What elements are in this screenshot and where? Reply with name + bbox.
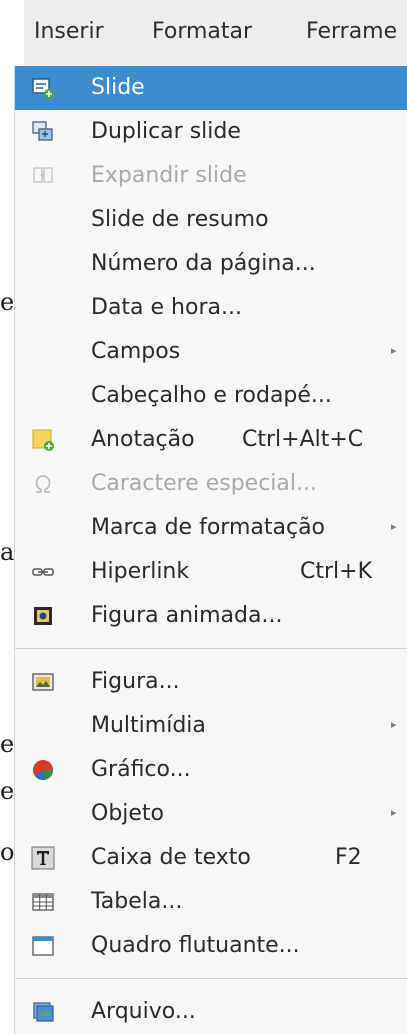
menu-item-hyperlink[interactable]: Hiperlink Ctrl+K <box>15 550 407 594</box>
doc-text-fragment: o <box>0 838 15 866</box>
floating-frame-icon <box>32 936 54 956</box>
submenu-arrow-icon: ▸ <box>391 520 397 533</box>
menu-item-text-box[interactable]: Caixa de texto F2 <box>15 836 407 880</box>
menu-item-floating-frame[interactable]: Quadro flutuante... <box>15 924 407 968</box>
menu-item-label: Marca de formatação <box>91 515 326 540</box>
menu-item-label: Tabela... <box>91 889 183 914</box>
menu-separator <box>15 978 407 979</box>
menu-ferramentas[interactable]: Ferrame <box>306 19 397 44</box>
menu-item-label: Arquivo... <box>91 999 196 1024</box>
menu-item-file[interactable]: Arquivo... <box>15 990 407 1034</box>
menu-item-label: Gráfico... <box>91 757 191 782</box>
menu-bar: Inserir Formatar Ferrame <box>24 0 407 66</box>
doc-text-fragment: e <box>0 777 15 805</box>
menu-item-header-footer[interactable]: Cabeçalho e rodapé... <box>15 374 407 418</box>
doc-text-fragment: a <box>0 538 15 566</box>
menu-item-label: Slide <box>91 75 145 100</box>
menu-item-slide[interactable]: Slide <box>15 66 407 110</box>
menu-item-image[interactable]: Figura... <box>15 660 407 704</box>
menu-item-label: Campos <box>91 339 181 364</box>
comment-icon <box>32 429 54 451</box>
shortcut-label: F2 <box>335 845 362 870</box>
submenu-arrow-icon: ▸ <box>391 718 397 731</box>
file-icon <box>33 1002 54 1022</box>
expand-slide-icon <box>33 167 53 183</box>
menu-item-summary-slide[interactable]: Slide de resumo <box>15 198 407 242</box>
menu-item-label: Hiperlink <box>91 559 190 584</box>
hyperlink-icon <box>32 568 54 576</box>
menu-item-label: Caractere especial... <box>91 471 317 496</box>
menu-item-fields[interactable]: Campos ▸ <box>15 330 407 374</box>
table-icon <box>32 893 54 911</box>
shortcut-label: Ctrl+Alt+C <box>242 427 364 452</box>
duplicate-slide-icon <box>32 121 53 141</box>
menu-item-table[interactable]: Tabela... <box>15 880 407 924</box>
menu-item-label: Cabeçalho e rodapé... <box>91 383 332 408</box>
menu-item-chart[interactable]: Gráfico... <box>15 748 407 792</box>
menu-item-label: Duplicar slide <box>91 119 241 144</box>
menu-item-label: Anotação <box>91 427 195 452</box>
doc-text-fragment: e <box>0 730 15 758</box>
menu-item-label: Caixa de texto <box>91 845 251 870</box>
menu-item-label: Figura... <box>91 669 180 694</box>
menu-item-label: Slide de resumo <box>91 207 269 232</box>
insert-menu-dropdown: Slide Duplicar slide Expandir slide Slid… <box>14 66 407 1034</box>
menu-item-multimedia[interactable]: Multimídia ▸ <box>15 704 407 748</box>
submenu-arrow-icon: ▸ <box>391 344 397 357</box>
text-box-icon <box>31 846 55 870</box>
menu-separator <box>15 648 407 649</box>
shortcut-label: Ctrl+K <box>300 559 373 584</box>
menu-item-label: Quadro flutuante... <box>91 933 300 958</box>
menu-item-special-character[interactable]: Caractere especial... <box>15 462 407 506</box>
menu-item-label: Figura animada... <box>91 603 283 628</box>
menu-item-label: Objeto <box>91 801 165 826</box>
menu-inserir[interactable]: Inserir <box>34 19 104 44</box>
image-icon <box>32 673 54 691</box>
new-slide-icon <box>32 78 54 99</box>
menu-item-object[interactable]: Objeto ▸ <box>15 792 407 836</box>
omega-icon <box>35 475 51 493</box>
menu-item-label: Multimídia <box>91 713 206 738</box>
menu-formatar[interactable]: Formatar <box>152 19 252 44</box>
submenu-arrow-icon: ▸ <box>391 806 397 819</box>
menu-item-comment[interactable]: Anotação Ctrl+Alt+C <box>15 418 407 462</box>
menu-item-date-time[interactable]: Data e hora... <box>15 286 407 330</box>
doc-text-fragment: e <box>0 288 15 316</box>
menu-item-label: Data e hora... <box>91 295 242 320</box>
menu-item-label: Número da página... <box>91 251 316 276</box>
chart-icon <box>33 760 53 781</box>
menu-item-animated-image[interactable]: Figura animada... <box>15 594 407 638</box>
menu-item-formatting-mark[interactable]: Marca de formatação ▸ <box>15 506 407 550</box>
animated-image-icon <box>34 607 52 625</box>
menu-item-page-number[interactable]: Número da página... <box>15 242 407 286</box>
menu-item-duplicate-slide[interactable]: Duplicar slide <box>15 110 407 154</box>
menu-item-label: Expandir slide <box>91 163 247 188</box>
menu-item-expand-slide[interactable]: Expandir slide <box>15 154 407 198</box>
